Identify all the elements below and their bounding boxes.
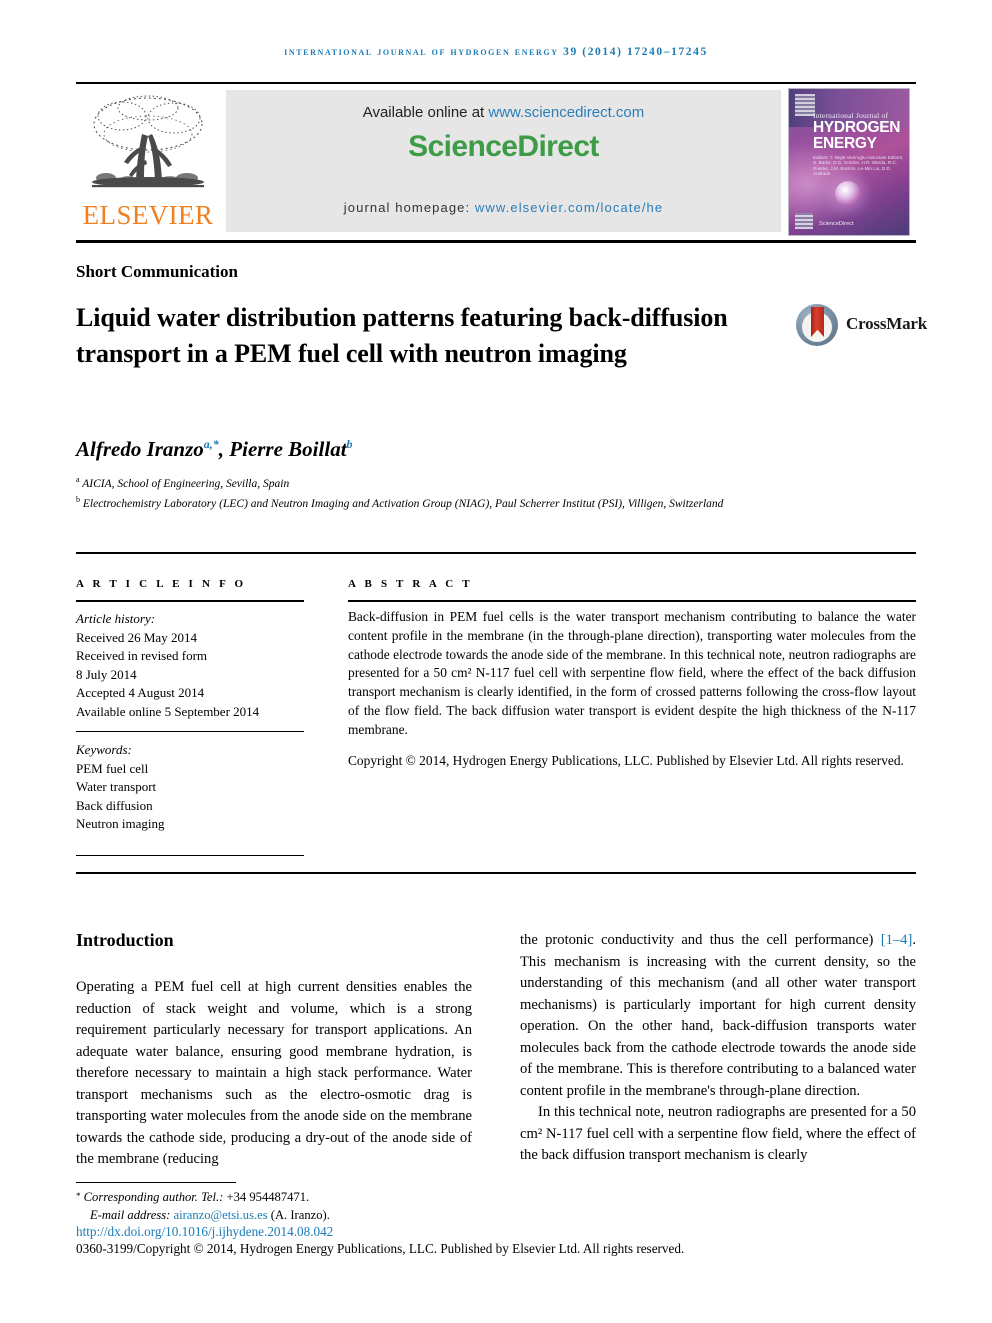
author-1-sup[interactable]: a,* [204,437,219,451]
email-line: E-mail address: airanzo@etsi.us.es (A. I… [76,1207,496,1225]
article-history: Article history: Received 26 May 2014 Re… [76,610,308,722]
affiliation-a: a AICIA, School of Engineering, Sevilla,… [76,472,776,492]
email-suffix: (A. Iranzo). [267,1207,330,1222]
available-prefix: Available online at [362,104,489,121]
article-info-heading: A R T I C L E I N F O [76,578,247,590]
author-list: Alfredo Iranzoa,*, Pierre Boillatb [76,437,353,461]
history-item: Available online 5 September 2014 [76,703,260,719]
abstract-rule [348,600,916,602]
sciencedirect-link[interactable]: www.sciencedirect.com [488,104,644,121]
affiliations: a AICIA, School of Engineering, Sevilla,… [76,472,776,513]
crossmark-circle-icon [796,304,838,346]
running-head: International Journal of Hydrogen Energy… [284,46,708,58]
cover-publisher-mark-icon [795,94,815,116]
affiliation-b-text: Electrochemistry Laboratory (LEC) and Ne… [80,498,724,511]
affiliation-a-text: AICIA, School of Engineering, Sevilla, S… [79,477,290,490]
keywords-label: Keywords: [76,742,132,757]
header-rule [76,82,916,84]
article-info-rule [76,600,304,602]
affiliation-b: b Electrochemistry Laboratory (LEC) and … [76,492,776,512]
abstract-text: Back-diffusion in PEM fuel cells is the … [348,609,916,737]
history-item: Received in revised form [76,648,208,664]
keywords-top-rule [76,731,304,732]
cover-title-line1: HYDROGEN [813,119,901,136]
article-history-label: Article history: [76,611,156,626]
sciencedirect-logo-text: ScienceDirect [408,130,599,163]
corresponding-author-label: Corresponding author. Tel.: [80,1190,227,1204]
corresponding-author-line: * Corresponding author. Tel.: +34 954487… [76,1188,496,1207]
history-item: Accepted 4 August 2014 [76,685,205,701]
cover-title: HYDROGEN ENERGY [813,120,909,152]
abstract-copyright: Copyright © 2014, Hydrogen Energy Public… [348,753,904,768]
introduction-paragraph-2: In this technical note, neutron radiogra… [520,1104,916,1163]
masthead: ELSEVIER Available online at www.science… [76,88,916,236]
masthead-bottom-rule [76,240,916,243]
issn-copyright-line: 0360-3199/Copyright © 2014, Hydrogen Ene… [76,1241,685,1256]
abstract-heading: A B S T R A C T [348,578,473,590]
abstract-bottom-rule [76,872,916,874]
keyword-item: Back diffusion [76,797,153,813]
author-1: Alfredo Iranzo [76,437,204,461]
sciencedirect-wordmark: ScienceDirect [226,130,781,164]
cover-title-line2: ENERGY [813,135,877,152]
elsevier-tree-icon [92,95,204,188]
page-title: Liquid water distribution patterns featu… [76,303,728,368]
sciencedirect-banner: Available online at www.sciencedirect.co… [226,90,781,232]
elsevier-logo: ELSEVIER [76,88,221,236]
cover-sphere-graphic [835,181,861,207]
keyword-item: Neutron imaging [76,816,165,832]
author-2-sup[interactable]: b [347,437,353,451]
citation-link-1-4[interactable]: [1–4] [881,932,913,948]
journal-homepage-link[interactable]: www.elsevier.com/locate/he [475,200,663,215]
introduction-heading: Introduction [76,930,174,950]
introduction-paragraph-1: Operating a PEM fuel cell at high curren… [76,979,472,1167]
journal-cover-image: International Journal of HYDROGEN ENERGY… [788,88,910,236]
footnote-block: * Corresponding author. Tel.: +34 954487… [76,1188,496,1224]
info-top-rule [76,552,916,554]
cover-bottom-mark-icon [795,213,813,229]
keywords-bottom-rule [76,855,304,856]
cover-sciencedirect-mark: ScienceDirect [819,221,854,227]
author-2: Pierre Boillat [229,437,347,461]
para-pre-citation: the protonic conductivity and thus the c… [520,932,881,948]
email-link[interactable]: airanzo@etsi.us.es [173,1208,267,1222]
introduction-paragraph-1-cont: the protonic conductivity and thus the c… [520,930,916,1102]
history-item: Received 26 May 2014 [76,629,197,645]
corresponding-author-tel: +34 954487471. [226,1190,310,1204]
homepage-prefix: journal homepage: [343,200,475,215]
email-label: E-mail address: [90,1207,174,1222]
available-online-line: Available online at www.sciencedirect.co… [226,104,781,121]
keyword-list: Keywords: PEM fuel cell Water transport … [76,741,308,834]
elsevier-wordmark: ELSEVIER [82,200,214,230]
cover-editors: Editors: T. Nejat Veziroglu Associate Ed… [813,155,904,177]
paper-page: International Journal of Hydrogen Energy… [0,0,992,1323]
para-post-citation: . This mechanism is increasing with the … [520,932,916,1099]
crossmark-label: CrossMark [846,314,927,333]
body-column-left: Introduction Operating a PEM fuel cell a… [76,930,472,1171]
history-item: 8 July 2014 [76,666,137,682]
doi-link[interactable]: http://dx.doi.org/10.1016/j.ijhydene.201… [76,1224,333,1240]
article-type-label: Short Communication [76,262,238,281]
crossmark-badge[interactable]: CrossMark [796,302,927,348]
body-column-right: the protonic conductivity and thus the c… [520,930,916,1167]
keyword-item: Water transport [76,779,157,795]
journal-homepage-line: journal homepage: www.elsevier.com/locat… [226,200,781,215]
keyword-item: PEM fuel cell [76,760,149,776]
footnote-rule [76,1182,236,1183]
